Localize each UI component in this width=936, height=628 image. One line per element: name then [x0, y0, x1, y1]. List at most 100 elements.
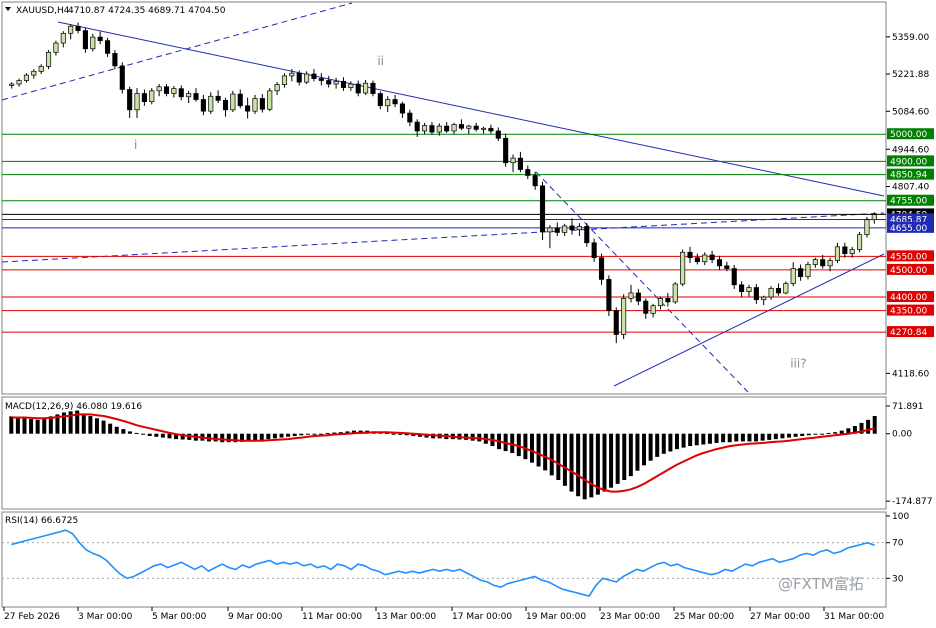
candle-body-50: [377, 93, 383, 107]
candle-body-25: [193, 93, 199, 100]
candle-body-15: [119, 65, 125, 90]
candle-body-1: [16, 80, 22, 85]
candle-body-101: [753, 287, 759, 301]
candle-body-72: [539, 185, 546, 233]
macd-bar-4: [35, 419, 40, 434]
price-tick-label-2: 5084.60: [892, 107, 929, 117]
candle-body-93: [694, 257, 700, 263]
macd-bar-14: [101, 420, 106, 434]
candle-body-53: [399, 103, 405, 114]
macd-bar-89: [595, 433, 600, 495]
candle-body-105: [783, 283, 789, 294]
macd-tick-label-2: -174.877: [892, 497, 932, 507]
time-tick-label-1: 3 Mar 00:00: [78, 612, 133, 622]
chart-title-symbol: XAUUSD,H4: [16, 6, 70, 16]
candle-body-91: [680, 251, 686, 285]
time-tick-label-4: 11 Mar 00:00: [302, 612, 362, 622]
macd-bar-93: [622, 433, 627, 480]
candle-body-37: [281, 75, 288, 85]
candle-body-6: [53, 42, 59, 53]
candle-body-49: [370, 82, 376, 94]
candle-body-4: [38, 66, 44, 72]
price-tick-label-0: 5359.00: [892, 33, 929, 43]
candle-body-44: [333, 80, 339, 85]
macd-bar-109: [727, 433, 732, 443]
candle-body-94: [702, 254, 708, 263]
candle-body-12: [97, 36, 103, 41]
candle-body-102: [761, 296, 767, 301]
candle-body-16: [127, 89, 133, 111]
level-tag-0: 5000.00: [887, 128, 934, 140]
candle-body-45: [340, 80, 347, 88]
candle-body-62: [466, 125, 472, 129]
candle-body-103: [768, 288, 774, 298]
wave-label-1: ii: [377, 54, 384, 68]
macd-bar-124: [826, 432, 831, 434]
chart-title-ohlc: 4710.87 4724.35 4689.71 4704.50: [68, 6, 226, 16]
macd-bar-17: [121, 429, 126, 434]
candle-body-38: [289, 72, 295, 77]
candle-116: [864, 216, 870, 238]
candle-body-5: [46, 51, 52, 67]
macd-bar-96: [642, 433, 647, 466]
price-tick-label-4: 4807.40: [892, 182, 929, 192]
macd-bar-95: [635, 433, 640, 471]
macd-bar-24: [167, 433, 172, 439]
time-tick-label-5: 13 Mar 00:00: [376, 612, 436, 622]
candle-body-104: [775, 288, 782, 294]
time-tick-label-6: 17 Mar 00:00: [452, 612, 512, 622]
level-tag-3: 4755.00: [887, 194, 934, 207]
level-tag-7: 4550.00: [887, 250, 934, 262]
level-tag-11: 4270.84: [887, 326, 934, 338]
macd-bar-116: [773, 433, 778, 440]
macd-bar-105: [701, 433, 706, 445]
time-tick-label-2: 5 Mar 00:00: [152, 612, 207, 622]
level-tag-9: 4400.00: [887, 291, 934, 303]
rsi-tick-label-2: 30: [892, 574, 904, 584]
macd-bar-120: [800, 433, 805, 437]
candle-body-21: [163, 86, 170, 94]
candle-body-59: [444, 125, 450, 132]
candle-body-113: [842, 246, 848, 254]
chart-canvas[interactable]: iiiiii?iv? 5000.004900.004850.944755.004…: [0, 0, 936, 624]
level-tag-text-9: 4400.00: [890, 293, 927, 303]
macd-bar-46: [312, 433, 317, 435]
macd-bar-5: [42, 418, 47, 434]
wave-label-0: i: [134, 138, 137, 152]
candle-body-26: [200, 99, 206, 112]
candle-body-22: [171, 88, 177, 94]
rsi-tick-label-1: 70: [892, 539, 904, 549]
candle-body-7: [60, 32, 66, 44]
price-tick-label-5: 4118.60: [892, 369, 929, 379]
macd-bar-41: [279, 433, 284, 438]
macd-bar-42: [286, 433, 291, 437]
level-tag-text-3: 4755.00: [890, 197, 927, 207]
macd-bar-81: [543, 433, 548, 471]
level-tag-6: 4655.00: [887, 221, 934, 234]
time-tick-label-8: 23 Mar 00:00: [600, 612, 660, 622]
candle-body-28: [215, 95, 221, 101]
macd-bar-102: [681, 433, 686, 448]
macd-bar-21: [147, 433, 152, 437]
candle-body-110: [820, 259, 826, 267]
macd-bar-83: [556, 433, 561, 480]
candle-body-80: [598, 257, 605, 280]
candle-body-71: [532, 175, 538, 187]
macd-bar-82: [549, 433, 554, 476]
macd-bar-100: [668, 433, 673, 452]
candle-body-31: [237, 93, 243, 107]
candle-19: [149, 88, 155, 105]
candle-83: [621, 294, 627, 340]
candle-body-54: [407, 112, 413, 123]
candle-body-27: [208, 95, 214, 112]
candle-body-34: [259, 98, 265, 110]
candle-90: [672, 282, 678, 304]
candle-body-82: [613, 310, 619, 335]
time-tick-label-9: 25 Mar 00:00: [674, 612, 734, 622]
macd-tick-label-1: 0.00: [892, 430, 912, 440]
candle-91: [680, 249, 686, 287]
macd-bar-94: [628, 433, 633, 477]
macd-bar-23: [160, 433, 165, 438]
rsi-tick-label-0: 100: [892, 512, 909, 522]
macd-bar-12: [88, 415, 93, 434]
